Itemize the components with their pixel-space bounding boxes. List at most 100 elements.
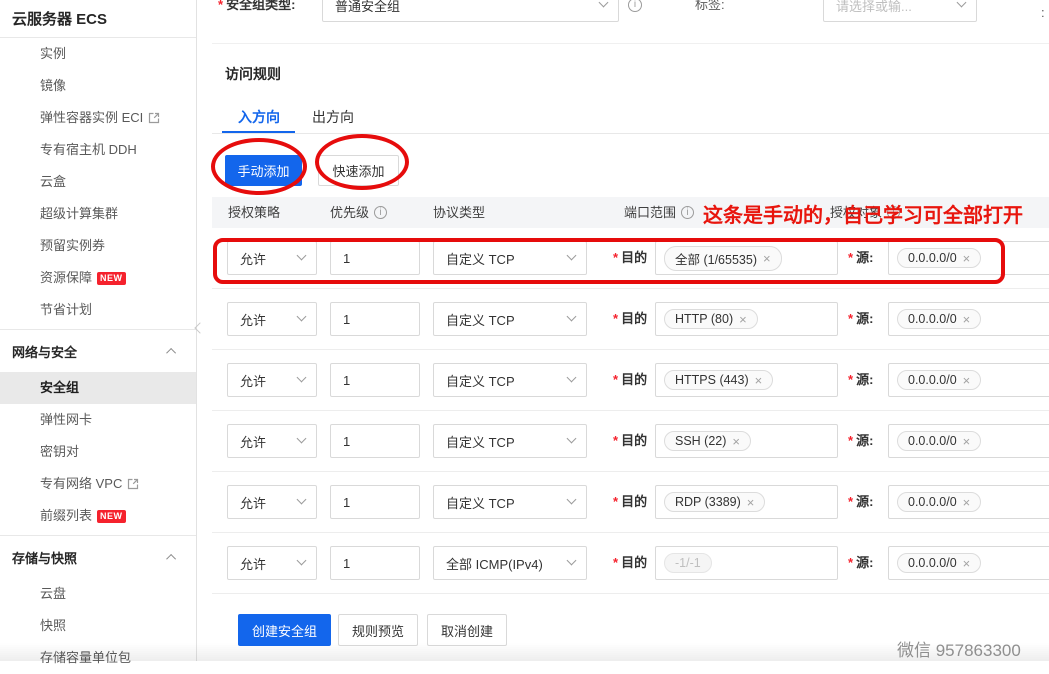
protocol-select[interactable]: 自定义 TCP [433,363,587,397]
remove-icon[interactable]: × [739,313,747,326]
sidebar-section-header[interactable]: 存储与快照 [0,536,196,578]
sidebar-item-label: 弹性容器实例 ECI [40,102,143,134]
source-label: *源: [848,424,873,458]
protocol-select[interactable]: 自定义 TCP [433,424,587,458]
chevron-down-icon [297,495,307,505]
sidebar-item-label: 资源保障 [40,262,92,294]
sidebar-item[interactable]: 快照 [0,610,196,642]
sidebar-item[interactable]: 专有网络 VPC [0,468,196,500]
create-security-group-button[interactable]: 创建安全组 [238,614,331,646]
source-box[interactable]: 0.0.0.0/0× [888,302,1049,336]
dest-port-box[interactable]: 全部 (1/65535)× [655,241,838,275]
info-icon[interactable]: i [628,0,642,12]
rule-preview-button[interactable]: 规则预览 [338,614,418,646]
priority-input[interactable] [330,546,420,580]
sidebar-item[interactable]: 节省计划 [0,294,196,326]
sidebar-item[interactable]: 实例 [0,38,196,70]
remove-icon[interactable]: × [732,435,740,448]
source-box[interactable]: 0.0.0.0/0× [888,485,1049,519]
dest-port-box[interactable]: SSH (22)× [655,424,838,458]
priority-input[interactable] [330,485,420,519]
port-tag: RDP (3389)× [664,492,765,512]
protocol-select[interactable]: 全部 ICMP(IPv4) [433,546,587,580]
priority-input[interactable] [330,424,420,458]
sidebar-item[interactable]: 弹性网卡 [0,404,196,436]
remove-icon[interactable]: × [963,496,971,509]
source-box[interactable]: 0.0.0.0/0× [888,363,1049,397]
source-box[interactable]: 0.0.0.0/0× [888,546,1049,580]
dest-port-box[interactable]: -1/-1 [655,546,838,580]
priority-input[interactable] [330,241,420,275]
chevron-down-icon [297,312,307,322]
port-tag: SSH (22)× [664,431,751,451]
manual-add-button[interactable]: 手动添加 [225,155,302,186]
sidebar-item[interactable]: 存储容量单位包 [0,642,196,674]
info-icon[interactable]: i [887,206,900,219]
protocol-select[interactable]: 自定义 TCP [433,241,587,275]
sidebar-item[interactable]: 密钥对 [0,436,196,468]
sidebar-collapse-handle[interactable] [196,316,206,340]
policy-select[interactable]: 允许 [227,424,317,458]
chevron-left-icon [194,322,205,333]
sidebar-title: 云服务器 ECS [0,0,196,38]
dest-port-box[interactable]: HTTP (80)× [655,302,838,336]
sidebar-item[interactable]: 专有宿主机 DDH [0,134,196,166]
required-asterisk: * [848,250,853,265]
remove-icon[interactable]: × [755,374,763,387]
sidebar-item[interactable]: 超级计算集群 [0,198,196,230]
sidebar-item-label: 快照 [40,610,66,642]
source-label: *源: [848,302,873,336]
dest-label: *目的 [613,363,647,397]
chevron-down-icon [957,0,967,7]
remove-icon[interactable]: × [963,435,971,448]
priority-input[interactable] [330,302,420,336]
policy-select[interactable]: 允许 [227,485,317,519]
required-asterisk: * [848,433,853,448]
sidebar-item[interactable]: 安全组 [0,372,196,404]
sidebar-section-header[interactable]: 网络与安全 [0,330,196,372]
remove-icon[interactable]: × [963,313,971,326]
protocol-select[interactable]: 自定义 TCP [433,302,587,336]
chevron-down-icon [599,0,609,7]
table-header-row: 授权策略优先级i协议类型端口范围i授权对象i [212,197,1049,228]
info-icon[interactable]: i [681,206,694,219]
policy-select[interactable]: 允许 [227,546,317,580]
tab-outbound[interactable]: 出方向 [312,107,354,127]
source-box[interactable]: 0.0.0.0/0× [888,241,1049,275]
dest-label: *目的 [613,302,647,336]
sidebar-item[interactable]: 云盘 [0,578,196,610]
policy-select[interactable]: 允许 [227,241,317,275]
sidebar-item[interactable]: 镜像 [0,70,196,102]
column-header: 授权策略 [228,197,280,228]
sidebar-item[interactable]: 前缀列表NEW [0,500,196,532]
source-box[interactable]: 0.0.0.0/0× [888,424,1049,458]
sidebar-section-label: 存储与快照 [12,548,77,567]
quick-add-button[interactable]: 快速添加 [318,155,399,186]
sg-type-select[interactable]: 普通安全组 [322,0,619,22]
sidebar-item-label: 实例 [40,38,66,70]
sidebar-item[interactable]: 资源保障NEW [0,262,196,294]
protocol-select[interactable]: 自定义 TCP [433,485,587,519]
dest-port-box[interactable]: HTTPS (443)× [655,363,838,397]
source-tag: 0.0.0.0/0× [897,431,981,451]
remove-icon[interactable]: × [747,496,755,509]
tab-inbound[interactable]: 入方向 [238,107,280,127]
remove-icon[interactable]: × [963,374,971,387]
policy-select[interactable]: 允许 [227,363,317,397]
remove-icon[interactable]: × [963,252,971,265]
rule-row: 允许 自定义 TCP *目的 全部 (1/65535)× *源: 0.0.0.0… [212,228,1049,289]
policy-select[interactable]: 允许 [227,302,317,336]
tag-select[interactable]: 请选择或输... [823,0,977,22]
dest-port-box[interactable]: RDP (3389)× [655,485,838,519]
sidebar-item[interactable]: 云盒 [0,166,196,198]
cancel-create-button[interactable]: 取消创建 [427,614,507,646]
source-label: *源: [848,363,873,397]
remove-icon[interactable]: × [763,252,771,265]
remove-icon[interactable]: × [963,557,971,570]
sidebar-item[interactable]: 预留实例券 [0,230,196,262]
rule-row: 允许 自定义 TCP *目的 HTTP (80)× *源: 0.0.0.0/0× [212,289,1049,350]
priority-input[interactable] [330,363,420,397]
chevron-down-icon [297,434,307,444]
sidebar-item[interactable]: 弹性容器实例 ECI [0,102,196,134]
info-icon[interactable]: i [374,206,387,219]
